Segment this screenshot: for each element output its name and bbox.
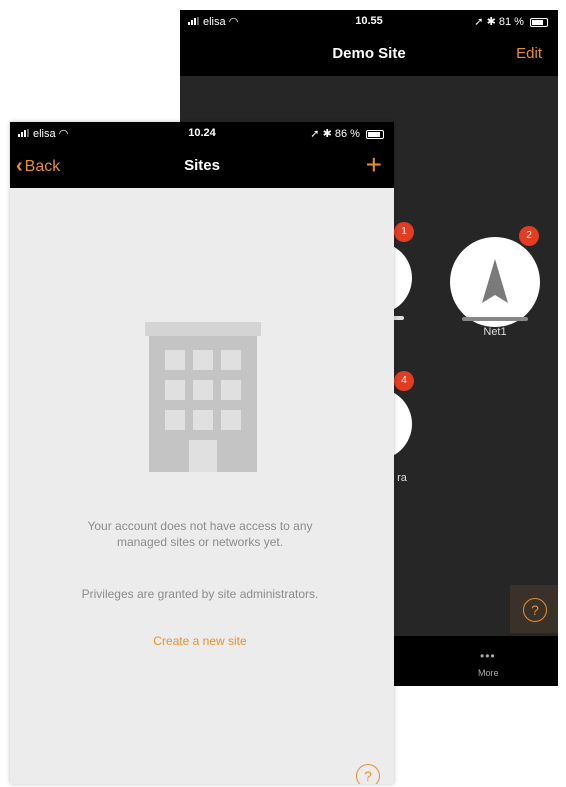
tab-more-label[interactable]: More: [478, 668, 499, 678]
node-3-label: ra: [397, 472, 407, 484]
bluetooth-icon: ✱: [486, 16, 496, 28]
no-access-message: Your account does not have access to any…: [87, 519, 313, 549]
status-right: ➚ ✱ 81 %: [474, 15, 548, 28]
node-net1-label: Net1: [483, 326, 507, 338]
page-title: Demo Site: [332, 45, 406, 62]
battery-percent: 86 %: [334, 128, 360, 140]
page-title: Sites: [184, 157, 220, 174]
nav-bar: ‹ Back Sites +: [10, 144, 394, 188]
create-new-site-link[interactable]: Create a new site: [80, 634, 320, 648]
location-icon: ➚: [474, 16, 484, 28]
bluetooth-icon: ✱: [322, 128, 332, 140]
add-site-button[interactable]: +: [366, 149, 382, 181]
more-icon[interactable]: •••: [480, 649, 496, 663]
network-arrow-icon: [482, 259, 508, 303]
node-net1-status-bar: [462, 317, 528, 321]
status-right: ➚ ✱ 86 %: [310, 127, 384, 140]
status-bar: elisa ◠ 10.55 ➚ ✱ 81 %: [180, 10, 558, 32]
battery-icon: [530, 17, 548, 27]
node-1-badge: 1: [394, 222, 414, 242]
privileges-message: Privileges are granted by site administr…: [81, 587, 319, 601]
battery-icon: [366, 129, 384, 139]
battery-percent: 81 %: [498, 16, 524, 28]
help-button[interactable]: ?: [510, 585, 558, 633]
nav-bar: Demo Site Edit: [180, 32, 558, 76]
node-net1-badge: 2: [519, 226, 539, 246]
building-icon: [145, 322, 261, 472]
location-icon: ➚: [310, 128, 320, 140]
help-button[interactable]: ?: [356, 764, 380, 784]
edit-button[interactable]: Edit: [516, 45, 542, 62]
sites-screen: elisa ◠ 10.24 ➚ ✱ 86 % ‹ Back Sites + You…: [10, 122, 394, 784]
node-3-badge: 4: [394, 371, 414, 391]
network-node-net1[interactable]: [450, 237, 540, 327]
status-bar: elisa ◠ 10.24 ➚ ✱ 86 %: [10, 122, 394, 144]
question-circle-icon: ?: [523, 598, 547, 622]
